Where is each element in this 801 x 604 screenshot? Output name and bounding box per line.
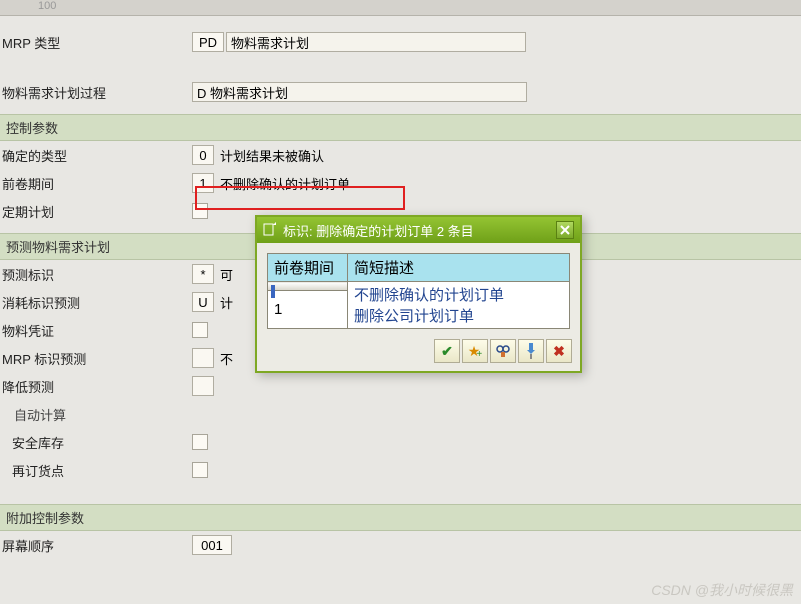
mat-doc-label: 物料凭证	[2, 321, 192, 340]
mat-doc-checkbox[interactable]	[192, 322, 208, 338]
mrp-type-desc	[226, 32, 526, 52]
row-code: 1	[274, 301, 282, 318]
reduce-forecast-input[interactable]	[192, 376, 214, 396]
dialog-icon	[263, 222, 277, 239]
watermark: CSDN @我小时候很黑	[651, 580, 793, 600]
row-desc: 不删除确认的计划订单	[354, 284, 563, 305]
mrp-flag-forecast-input[interactable]	[192, 348, 214, 368]
consume-forecast-input[interactable]	[192, 292, 214, 312]
col-header-code[interactable]: 前卷期间	[268, 254, 348, 282]
cancel-button[interactable]: ✖	[546, 339, 572, 363]
forecast-flag-input[interactable]	[192, 264, 214, 284]
favorite-button[interactable]: ★+	[462, 339, 488, 363]
reduce-forecast-label: 降低预测	[2, 377, 192, 396]
mrp-type-label: MRP 类型	[2, 33, 192, 52]
mrp-flag-forecast-label: MRP 标识预测	[2, 349, 192, 368]
value-help-table: 前卷期间 简短描述 不删除确认的计划订单 删除公司计划订单 1	[267, 253, 570, 329]
dialog-titlebar[interactable]: 标识: 删除确定的计划订单 2 条目	[257, 217, 580, 243]
forecast-flag-desc: 可	[220, 265, 233, 284]
col-header-desc[interactable]: 简短描述	[348, 254, 570, 282]
value-help-dialog: 标识: 删除确定的计划订单 2 条目 前卷期间 简短描述 不删除确认的计划订单 …	[255, 215, 582, 373]
find-button[interactable]	[490, 339, 516, 363]
table-row[interactable]: 不删除确认的计划订单 删除公司计划订单	[268, 282, 570, 291]
consume-forecast-label: 消耗标识预测	[2, 293, 192, 312]
close-button[interactable]	[556, 221, 574, 239]
roll-period-input[interactable]	[192, 173, 214, 193]
mrp-process-label: 物料需求计划过程	[2, 83, 192, 102]
ok-button[interactable]: ✔	[434, 339, 460, 363]
mrp-type-input[interactable]	[192, 32, 224, 52]
pin-button[interactable]	[518, 339, 544, 363]
dialog-footer: ✔ ★+ ✖	[257, 335, 580, 371]
mrp-flag-forecast-desc: 不	[220, 349, 233, 368]
mrp-process-input[interactable]	[192, 82, 527, 102]
roll-period-desc: 不删除确认的计划订单	[220, 174, 350, 193]
dialog-title-text: 标识: 删除确定的计划订单 2 条目	[283, 221, 474, 240]
consume-forecast-desc: 计	[220, 293, 233, 312]
roll-period-label: 前卷期间	[2, 174, 192, 193]
top-code: 100	[38, 0, 56, 12]
screen-seq-input[interactable]	[192, 535, 232, 555]
fixed-type-label: 确定的类型	[2, 146, 192, 165]
safety-stock-checkbox[interactable]	[192, 434, 208, 450]
fixed-plan-checkbox[interactable]	[192, 203, 208, 219]
fixed-type-desc: 计划结果未被确认	[220, 146, 324, 165]
row-desc: 删除公司计划订单	[354, 305, 563, 326]
forecast-flag-label: 预测标识	[2, 265, 192, 284]
safety-stock-label: 安全库存	[2, 433, 192, 452]
section-control-params: 控制参数	[0, 114, 801, 141]
section-addl-control: 附加控制参数	[0, 504, 801, 531]
reorder-point-checkbox[interactable]	[192, 462, 208, 478]
screen-seq-label: 屏幕顺序	[2, 536, 192, 555]
fixed-type-input[interactable]	[192, 145, 214, 165]
auto-calc-label: 自动计算	[14, 405, 66, 424]
reorder-point-label: 再订货点	[2, 461, 192, 480]
fixed-plan-label: 定期计划	[2, 202, 192, 221]
